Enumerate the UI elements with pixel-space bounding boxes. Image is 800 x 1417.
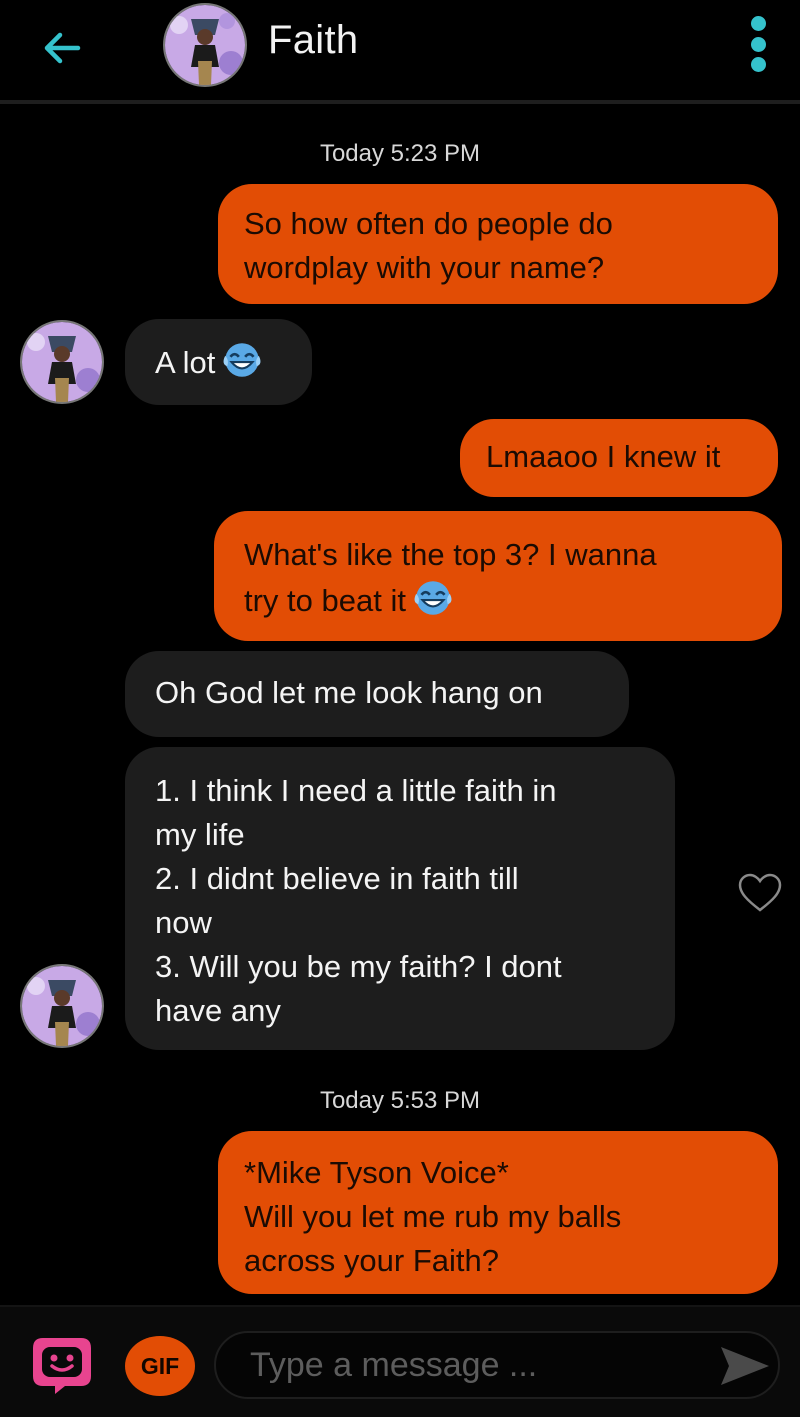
avatar-image [22,322,102,402]
message-line: 3. Will you be my faith? I dont [155,949,562,984]
incoming-message[interactable]: 1. I think I need a little faith in my l… [125,747,675,1050]
chat-header: Faith [0,0,800,104]
outgoing-message[interactable]: What's like the top 3? I wanna try to be… [214,511,782,641]
message-line: *Mike Tyson Voice* [244,1155,509,1190]
dot [750,57,766,72]
incoming-message[interactable]: Oh God let me look hang on [125,651,629,737]
dot [750,36,766,52]
send-arrow-icon[interactable] [718,1343,772,1389]
like-heart-icon[interactable] [737,872,783,914]
outgoing-message[interactable]: *Mike Tyson Voice* Will you let me rub m… [218,1131,778,1294]
avatar-image [165,5,245,85]
gif-button[interactable]: GIF [125,1336,195,1396]
message-line: Will you let me rub my balls [244,1199,622,1234]
message-line: my life [155,817,245,852]
message-line: A lot [155,345,216,380]
message-line: try to beat it [244,583,406,618]
timestamp: Today 5:23 PM [319,140,481,167]
message-line: wordplay with your name? [244,250,605,285]
sender-avatar[interactable] [20,964,104,1048]
message-line-wrap: A lot [155,339,282,385]
message-input[interactable] [214,1331,780,1399]
message-line-wrap: try to beat it [244,577,752,623]
contact-name[interactable]: Faith [268,18,358,63]
laughing-crying-emoji-icon [414,581,452,615]
message-line: So how often do people do [244,206,613,241]
laughing-crying-emoji-icon [223,343,261,377]
outgoing-message[interactable]: So how often do people do wordplay with … [218,184,778,304]
more-options-button[interactable] [738,16,778,72]
message-line: have any [155,993,281,1028]
sticker-face-icon [33,1338,91,1394]
outgoing-message[interactable]: Lmaaoo I knew it [460,419,778,497]
message-line: 1. I think I need a little faith in [155,773,557,808]
message-composer: GIF [0,1305,800,1417]
message-line: across your Faith? [244,1243,499,1278]
message-line: What's like the top 3? I wanna [244,537,657,572]
back-button[interactable] [38,24,86,72]
message-line: now [155,905,212,940]
message-line: Oh God let me look hang on [155,675,543,710]
timestamp: Today 5:53 PM [319,1087,481,1114]
incoming-message[interactable]: A lot [125,319,312,405]
message-line: Lmaaoo I knew it [486,439,721,474]
sender-avatar[interactable] [20,320,104,404]
message-line: 2. I didnt believe in faith till [155,861,519,896]
sticker-button[interactable] [27,1334,97,1396]
arrow-left-icon [44,32,81,64]
vertical-dots-icon [750,16,766,31]
contact-avatar[interactable] [163,3,247,87]
avatar-image [22,966,102,1046]
